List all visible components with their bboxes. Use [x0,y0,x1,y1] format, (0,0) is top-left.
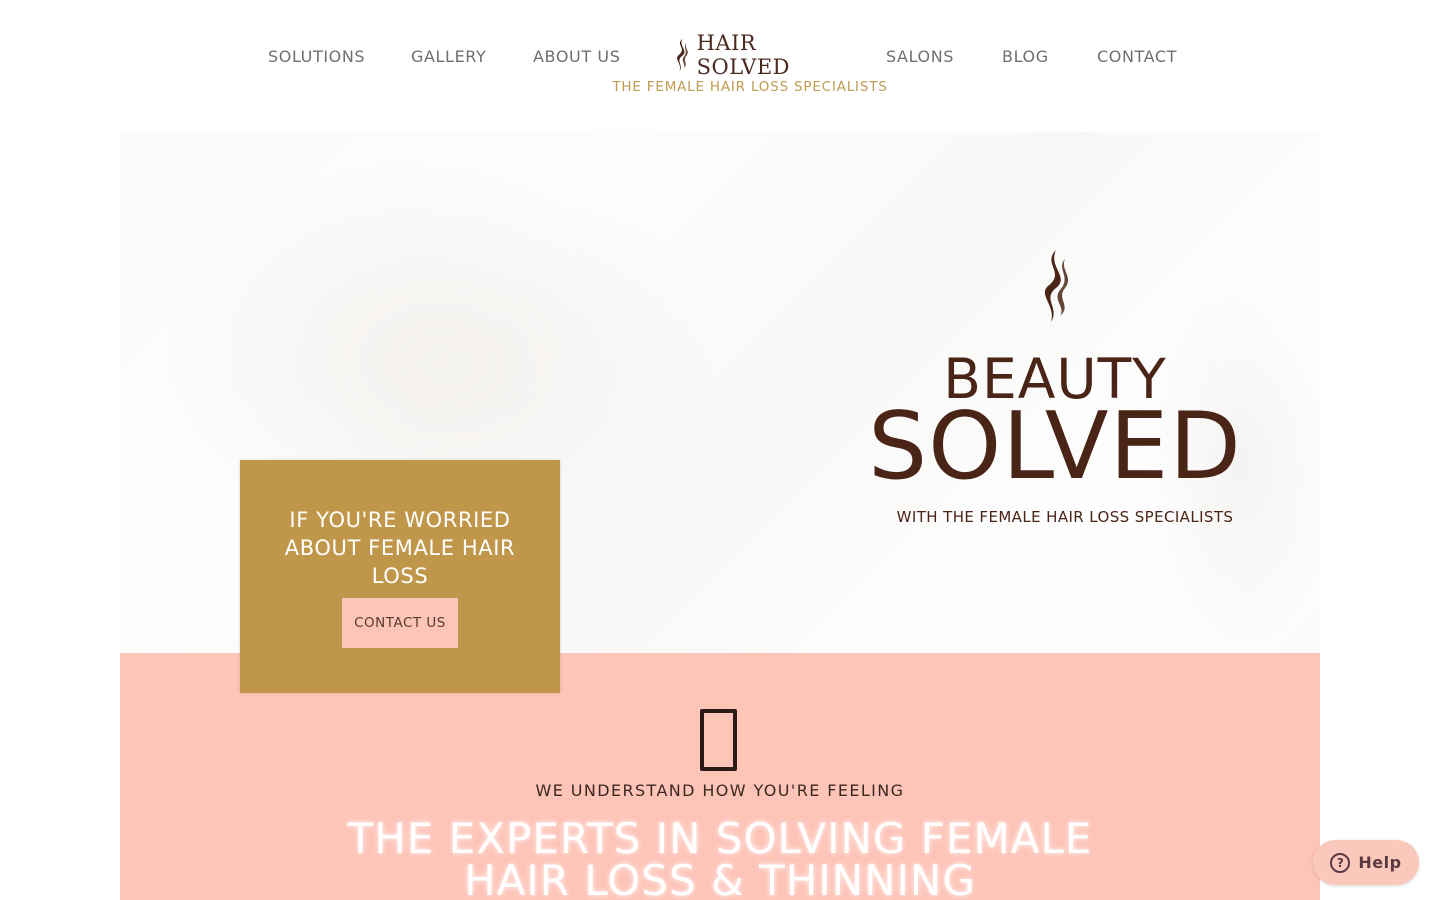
help-label: Help [1358,853,1402,872]
section-heading: THE EXPERTS IN SOLVING FEMALE HAIR LOSS … [347,814,1093,900]
nav-salons[interactable]: SALONS [886,47,954,66]
nav-contact[interactable]: CONTACT [1097,47,1177,66]
hero-heading-line2: SOLVED [868,392,1242,500]
nav-blog[interactable]: BLOG [1002,47,1049,66]
cta-card: IF YOU'RE WORRIED ABOUT FEMALE HAIR LOSS… [240,460,560,693]
nav-gallery[interactable]: GALLERY [411,47,486,66]
contact-us-button[interactable]: CONTACT US [342,598,458,648]
header-tagline: THE FEMALE HAIR LOSS SPECIALISTS [612,79,888,95]
flame-logo-icon [677,38,688,72]
site-logo[interactable]: HAIR SOLVED [672,31,832,79]
logo-wordmark: HAIR SOLVED [696,31,790,79]
section-kicker: WE UNDERSTAND HOW YOU'RE FEELING [535,781,905,800]
nav-about-us[interactable]: ABOUT US [533,47,620,66]
help-widget-button[interactable]: ? Help [1313,840,1419,885]
missing-glyph-box-icon [700,709,737,771]
hero-subheading: WITH THE FEMALE HAIR LOSS SPECIALISTS [896,508,1234,526]
site-header: SOLUTIONS GALLERY ABOUT US HAIR SOLVED S… [0,0,1440,110]
cta-card-text: IF YOU'RE WORRIED ABOUT FEMALE HAIR LOSS [284,508,516,588]
nav-solutions[interactable]: SOLUTIONS [268,47,365,66]
question-circle-icon: ? [1330,852,1351,873]
flame-logo-icon [1044,250,1069,322]
